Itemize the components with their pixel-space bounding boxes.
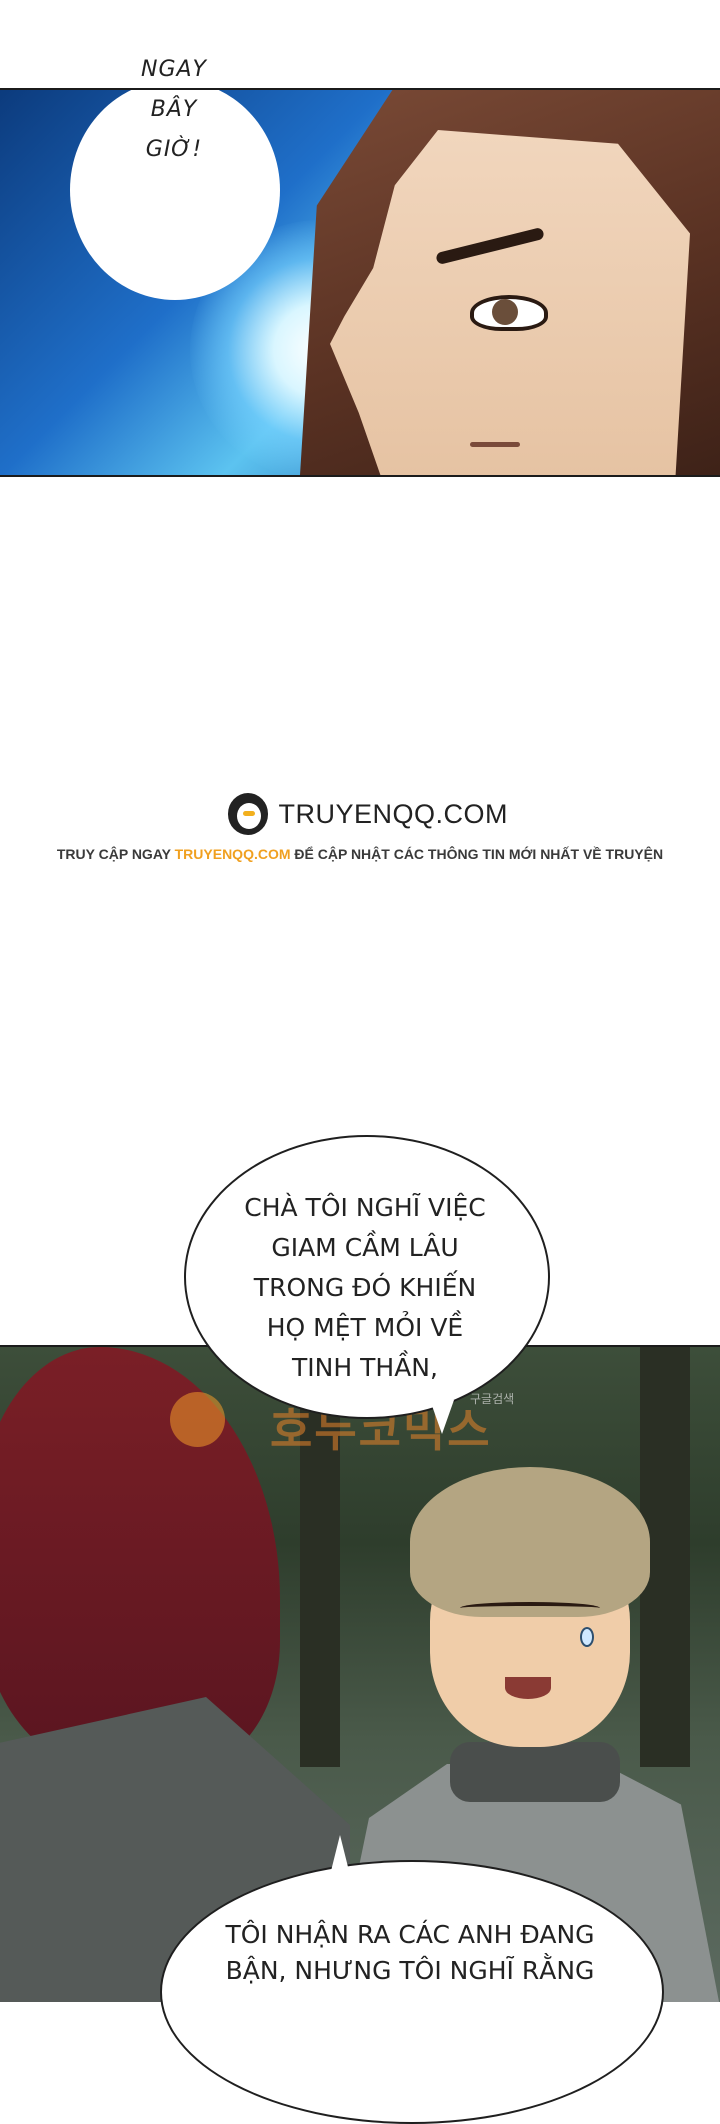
notice-suffix: ĐỂ CẬP NHẬT CÁC THÔNG TIN MỚI NHẤT VỀ TR…: [290, 846, 664, 862]
notice-prefix: TRUY CẬP NGAY: [56, 846, 175, 862]
speech-bubble-tail: [330, 1835, 350, 1875]
watermark-small-text: 구글검색: [470, 1392, 515, 1406]
old-man-eyes: [460, 1602, 600, 1614]
sweat-drop-icon: [580, 1627, 594, 1647]
speech-line: BẬN, NHƯNG TÔI NGHĨ RẰNG: [225, 1956, 595, 1985]
old-man-hair: [410, 1467, 650, 1617]
penguin-icon: [228, 793, 269, 835]
speech-bubble-tail: [430, 1400, 454, 1434]
old-man-collar: [450, 1742, 620, 1802]
site-logo[interactable]: TRUYENQQ.COM: [228, 792, 508, 836]
speech-bubble-bottom: [160, 1860, 664, 2124]
speech-line: HỌ MỆT MỎI VỀ: [266, 1313, 464, 1342]
speech-text-bottom: TÔI NHẬN RA CÁC ANH ĐANG BẬN, NHƯNG TÔI …: [160, 1917, 660, 1989]
site-logo-text: TRUYENQQ.COM: [278, 798, 508, 829]
speech-line: TRONG ĐÓ KHIẾN: [253, 1273, 477, 1302]
mascot-icon: [170, 1392, 225, 1447]
speech-line: GIAM CẦM LÂU: [271, 1233, 459, 1262]
speech-text-top: CHÀ TÔI NGHĨ VIỆC GIAM CẦM LÂU TRONG ĐÓ …: [200, 1188, 530, 1388]
character-mouth: [470, 442, 520, 447]
speech-line: TÔI NHẬN RA CÁC ANH ĐANG: [225, 1920, 595, 1949]
old-man-mouth: [505, 1677, 551, 1699]
shout-line: BÂY: [150, 97, 198, 122]
speech-line: CHÀ TÔI NGHĨ VIỆC: [244, 1193, 486, 1222]
speech-line: TINH THẦN,: [292, 1353, 438, 1382]
site-notice: TRUY CẬP NGAY TRUYENQQ.COM ĐỂ CẬP NHẬT C…: [0, 846, 720, 862]
shout-text: NGAY BÂY GIỜ!: [104, 50, 244, 170]
character-eye: [470, 295, 548, 331]
shout-line: NGAY: [141, 57, 207, 82]
notice-link[interactable]: TRUYENQQ.COM: [175, 846, 291, 862]
shout-line: GIỜ!: [145, 137, 203, 162]
